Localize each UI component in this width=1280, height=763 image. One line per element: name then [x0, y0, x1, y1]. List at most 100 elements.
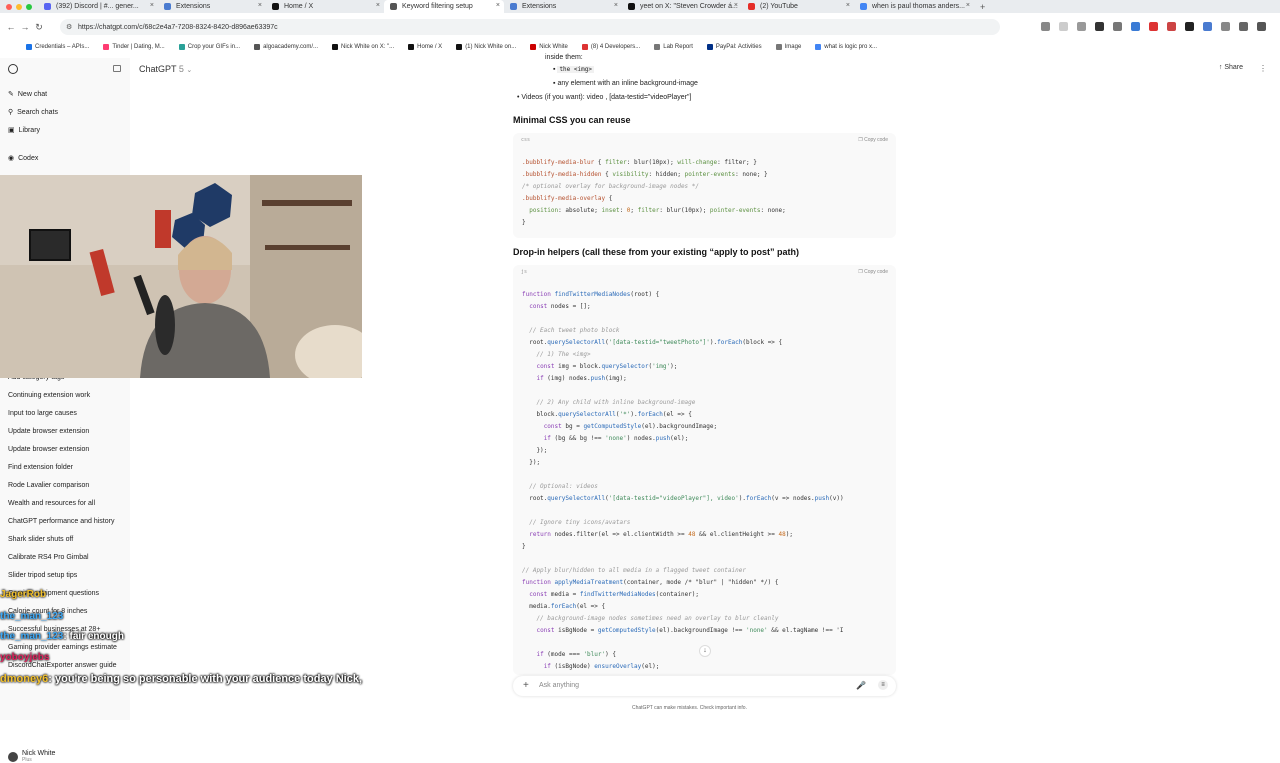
close-tab-icon[interactable]: × — [614, 2, 618, 9]
voice-mode-icon[interactable]: ≡ — [878, 680, 888, 690]
bookmark-item[interactable]: Tinder | Dating, M... — [103, 44, 165, 50]
copy-code-button[interactable]: ❐ Copy code — [858, 269, 888, 275]
sidebar-chat-item[interactable]: ChatGPT performance and history — [8, 518, 114, 525]
share-button[interactable]: ↑ Share — [1219, 64, 1243, 71]
library-button[interactable]: ▣ Library — [8, 126, 40, 135]
sidebar-chat-item[interactable]: Gaming provider earnings estimate — [8, 644, 117, 651]
close-tab-icon[interactable]: × — [150, 2, 154, 9]
close-tab-icon[interactable]: × — [846, 2, 850, 9]
chatgpt-logo-icon[interactable] — [8, 64, 18, 74]
bookmark-item[interactable]: Nick White — [530, 44, 568, 50]
bookmark-item[interactable]: PayPal: Activities — [706, 44, 762, 50]
microphone-icon[interactable]: 🎤 — [856, 681, 866, 690]
maximize-window-icon[interactable] — [26, 3, 32, 10]
toggle-sidebar-icon[interactable] — [113, 65, 121, 72]
bookmark-label: Home / X — [417, 44, 443, 50]
extension-icon[interactable] — [1185, 22, 1194, 31]
extension-icon[interactable] — [1221, 22, 1230, 31]
bookmark-favicon-icon — [706, 44, 713, 50]
sidebar-chat-item[interactable]: Shark slider shuts off — [8, 536, 73, 543]
extension-icon[interactable] — [1113, 22, 1122, 31]
bookmark-item[interactable]: Image — [775, 44, 801, 50]
new-tab-icon[interactable]: + — [980, 2, 985, 12]
sidebar-chat-item[interactable]: Continuing extension work — [8, 392, 90, 399]
user-menu[interactable]: Nick White Plus — [8, 750, 55, 763]
profile-icon[interactable] — [1239, 22, 1248, 31]
browser-tab[interactable]: Extensions × — [504, 0, 622, 13]
codex-button[interactable]: ◉ Codex — [8, 154, 38, 163]
close-tab-icon[interactable]: × — [734, 2, 738, 9]
bookmark-item[interactable]: Credentials – APIs... — [26, 44, 89, 50]
browser-tab[interactable]: when is paul thomas anders... × — [854, 0, 974, 13]
bookmark-favicon-icon — [775, 44, 782, 50]
browser-tab[interactable]: Home / X × — [266, 0, 384, 13]
forward-icon[interactable]: → — [18, 22, 32, 32]
close-tab-icon[interactable]: × — [496, 2, 500, 9]
scroll-down-button[interactable]: ↓ — [699, 645, 711, 657]
bookmark-item[interactable]: what is logic pro x... — [815, 44, 877, 50]
stream-chat-user: the_man_123 — [0, 611, 64, 622]
bookmark-item[interactable]: (1) Nick White on... — [456, 44, 516, 50]
reload-icon[interactable]: ↻ — [32, 22, 46, 33]
extension-icon[interactable] — [1131, 22, 1140, 31]
bookmark-label: PayPal: Activities — [715, 44, 762, 50]
code-line: }); — [522, 459, 541, 466]
code-line: // background-image nodes sometimes need… — [522, 615, 779, 622]
sidebar-chat-item[interactable]: Update browser extension — [8, 446, 89, 453]
browser-tab[interactable]: (2) YouTube × — [742, 0, 854, 13]
browser-tab[interactable]: (392) Discord | #... gener... × — [38, 0, 158, 13]
bookmark-item[interactable]: algoacademy.com/... — [254, 44, 318, 50]
window-controls[interactable] — [0, 3, 38, 10]
url-field[interactable]: ⚙ https://chatgpt.com/c/68c2e4a7-7208-83… — [60, 19, 1000, 35]
model-selector[interactable]: ChatGPT 5 ⌄ — [139, 64, 192, 74]
add-attachment-icon[interactable]: + — [523, 680, 529, 691]
sidebar-chat-item[interactable]: Calibrate RS4 Pro Gimbal — [8, 554, 89, 561]
prompt-input[interactable]: Ask anything — [539, 682, 579, 689]
share-icon: ↑ — [1218, 64, 1223, 71]
bookmark-page-icon[interactable] — [1041, 22, 1050, 31]
code-line: const isBgNode = getComputedStyle(el).ba… — [536, 627, 844, 634]
extension-icon[interactable] — [1095, 22, 1104, 31]
minimize-window-icon[interactable] — [16, 3, 22, 10]
user-plan: Plus — [22, 757, 32, 763]
extension-icon[interactable] — [1203, 22, 1212, 31]
sidebar-chat-item[interactable]: Find extension folder — [8, 464, 73, 471]
sidebar-chat-item[interactable]: Input too large causes — [8, 410, 77, 417]
extension-icon[interactable] — [1167, 22, 1176, 31]
webcam-feed-image — [0, 175, 362, 378]
browser-tab[interactable]: Extensions × — [158, 0, 266, 13]
sidebar-chat-item[interactable]: Rode Lavalier comparison — [8, 482, 89, 489]
more-options-icon[interactable]: ⋮ — [1259, 64, 1267, 73]
bookmark-item[interactable]: Nick White on X: "... — [332, 44, 394, 50]
sidebar-chat-item[interactable]: DiscordChatExporter answer guide — [8, 662, 117, 669]
close-tab-icon[interactable]: × — [966, 2, 970, 9]
back-icon[interactable]: ← — [4, 22, 18, 32]
browser-tab[interactable]: Keyword filtering setup × — [384, 0, 504, 13]
close-window-icon[interactable] — [6, 3, 12, 10]
search-icon: ⚲ — [8, 109, 14, 116]
copy-code-button[interactable]: ❐ Copy code — [858, 137, 888, 143]
extension-icon[interactable] — [1077, 22, 1086, 31]
menu-icon[interactable] — [1257, 22, 1266, 31]
sidebar-chat-item[interactable]: Update browser extension — [8, 428, 89, 435]
bookmark-item[interactable]: Crop your GIFs in... — [178, 44, 240, 50]
search-chats-button[interactable]: ⚲ Search chats — [8, 108, 58, 117]
close-tab-icon[interactable]: × — [376, 2, 380, 9]
site-info-icon[interactable]: ⚙ — [66, 23, 72, 31]
code-language: css — [521, 137, 531, 143]
code-line: // 2) Any child with inline background-i… — [522, 399, 696, 406]
bookmark-favicon-icon — [254, 44, 261, 50]
stream-chat-message: dmoney6: you're being so personable with… — [0, 673, 362, 685]
sidebar-chat-item[interactable]: Slider tripod setup tips — [8, 572, 77, 579]
bookmark-item[interactable]: Lab Report — [654, 44, 693, 50]
bookmark-item[interactable]: Home / X — [408, 44, 442, 50]
new-chat-button[interactable]: ✎ New chat — [8, 90, 47, 99]
star-icon[interactable] — [1059, 22, 1068, 31]
sidebar-chat-item[interactable]: Wealth and resources for all — [8, 500, 95, 507]
composer[interactable]: + Ask anything 🎤 ≡ — [513, 676, 896, 696]
browser-tab[interactable]: yeet on X: "Steven Crowder á... × — [622, 0, 742, 13]
code-line: root.querySelectorAll('[data-testid="vid… — [522, 495, 844, 502]
close-tab-icon[interactable]: × — [258, 2, 262, 9]
bookmark-item[interactable]: (8) 4 Developers... — [581, 44, 640, 50]
extension-icon[interactable] — [1149, 22, 1158, 31]
